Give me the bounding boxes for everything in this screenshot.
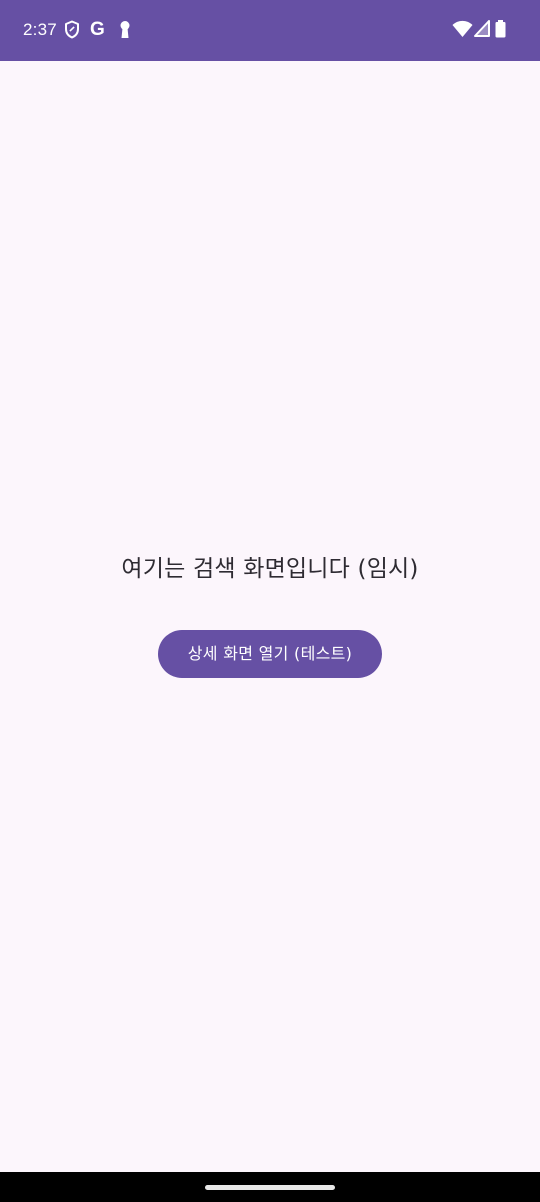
open-detail-button[interactable]: 상세 화면 열기 (테스트) bbox=[158, 630, 382, 678]
home-gesture-handle[interactable] bbox=[205, 1185, 335, 1190]
screen-title: 여기는 검색 화면입니다 (임시) bbox=[121, 556, 419, 582]
navigation-bar bbox=[0, 1172, 540, 1202]
search-screen-content: 여기는 검색 화면입니다 (임시) 상세 화면 열기 (테스트) bbox=[0, 61, 540, 1172]
wifi-icon bbox=[452, 20, 473, 40]
keyhole-icon bbox=[119, 20, 137, 40]
shield-icon bbox=[64, 20, 82, 40]
status-time: 2:37 bbox=[23, 20, 57, 39]
status-bar: 2:37 G bbox=[0, 0, 540, 61]
battery-icon bbox=[495, 20, 507, 40]
google-icon: G bbox=[90, 19, 105, 40]
signal-icon bbox=[474, 20, 490, 40]
